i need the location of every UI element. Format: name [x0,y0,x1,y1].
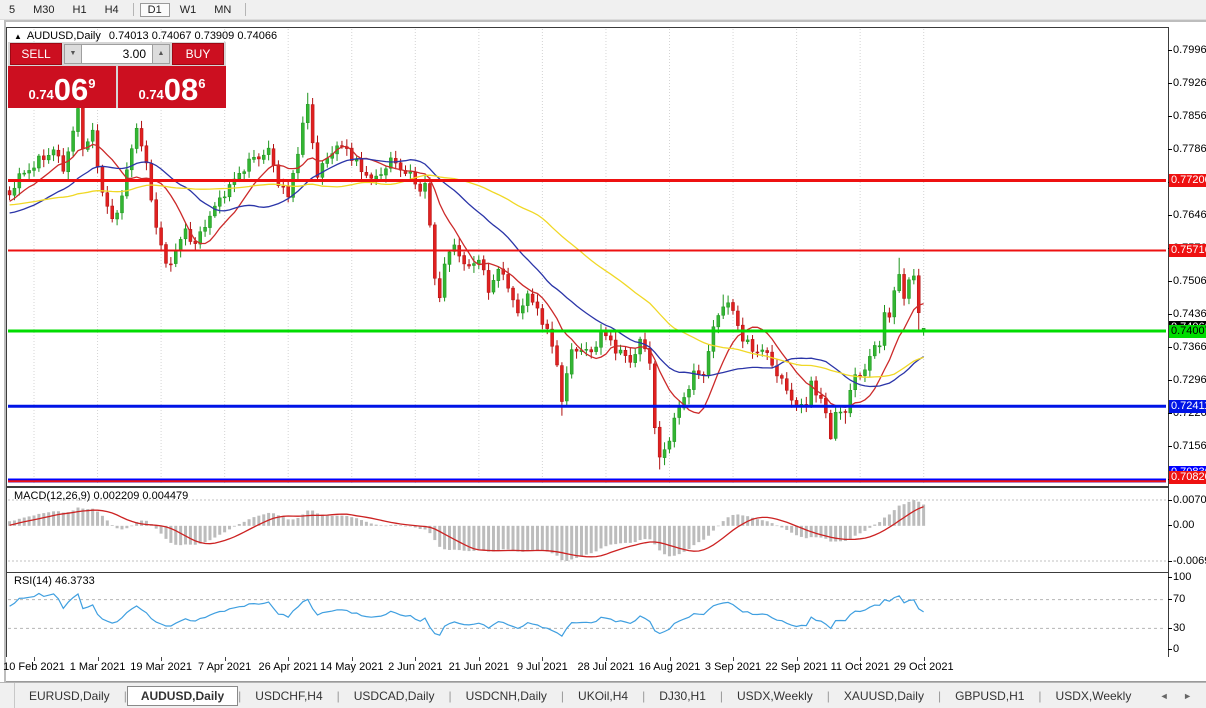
date-label: 7 Apr 2021 [198,661,251,673]
timeframe-button-h1[interactable]: H1 [65,3,95,17]
date-label: 9 Jul 2021 [517,661,568,673]
sell-price-pip: 9 [88,66,95,102]
price-grid-label: 0.79260 [1173,77,1206,90]
collapse-panel-icon[interactable]: ▲ [14,32,22,41]
price-grid-label: 0.79960 [1173,44,1206,57]
one-click-trade-widget: SELL ▼ 3.00 ▲ BUY 0.74069 0.74086 [8,42,226,108]
volume-stepper: ▼ 3.00 ▲ [64,44,170,64]
timeframe-button-m30[interactable]: M30 [25,3,62,17]
buy-price-big: 08 [164,75,198,105]
tab-usdx-weekly[interactable]: USDX,Weekly [723,686,827,706]
date-label: 14 May 2021 [320,661,384,673]
tab-dj30-h1[interactable]: DJ30,H1 [645,686,720,706]
tab-eurusd-daily[interactable]: EURUSD,Daily [15,686,124,706]
price-grid-label: 0.78560 [1173,110,1206,123]
date-label: 11 Oct 2021 [831,661,890,673]
trade-widget-price-row: 0.74069 0.74086 [8,66,226,108]
macd-axis-max: 0.007015 [1173,494,1206,507]
chart-title: ▲ AUDUSD,Daily 0.74013 0.74067 0.73909 0.7… [14,30,277,42]
volume-input[interactable]: 3.00 [82,44,152,64]
buy-button[interactable]: BUY [172,43,224,65]
date-label: 19 Mar 2021 [130,661,192,673]
date-label: 10 Feb 2021 [3,661,65,673]
date-label: 21 Jun 2021 [449,661,510,673]
rsi-axis-0: 0 [1173,643,1179,656]
volume-increase-icon[interactable]: ▲ [152,44,170,64]
toolbar-separator [133,3,134,16]
rsi-axis-70: 70 [1173,593,1185,606]
sell-button[interactable]: SELL [10,43,62,65]
price-grid-label: 0.73660 [1173,341,1206,354]
hline-price-label: 0.77200 [1169,174,1206,187]
tab-xauusd-daily[interactable]: XAUUSD,Daily [830,686,938,706]
timeframe-button-h4[interactable]: H4 [97,3,127,17]
chart-symbol: AUDUSD,Daily [27,30,101,42]
timeframe-toolbar: 5M30H1H4 D1W1MN [0,0,1206,20]
date-label: 22 Sep 2021 [765,661,827,673]
tabs: EURUSD,Daily|AUDUSD,Daily|USDCHF,H4|USDC… [15,686,1145,706]
volume-decrease-icon[interactable]: ▼ [64,44,82,64]
price-grid-label: 0.71560 [1173,440,1206,453]
date-label: 29 Oct 2021 [894,661,954,673]
sell-price-big: 06 [54,75,88,105]
tab-usdcad-daily[interactable]: USDCAD,Daily [340,686,449,706]
chart-ohlc-values: 0.74013 0.74067 0.73909 0.74066 [109,30,277,42]
timeframe-button-5[interactable]: 5 [1,3,23,17]
tab-audusd-daily[interactable]: AUDUSD,Daily [127,686,238,706]
trade-widget-top-row: SELL ▼ 3.00 ▲ BUY [8,42,226,66]
tab-ukoil-h4[interactable]: UKOil,H4 [564,686,642,706]
price-grid-label: 0.75060 [1173,275,1206,288]
hline-price-label: 0.70820 [1169,471,1206,484]
sell-price-prefix: 0.74 [28,85,53,105]
hline-price-label: 0.75716 [1169,244,1206,257]
macd-axis-min: -0.00692 [1173,555,1206,568]
date-label: 28 Jul 2021 [577,661,634,673]
macd-label: MACD(12,26,9) 0.002209 0.004479 [14,490,188,502]
trading-platform-screen: 5M30H1H4 D1W1MN ▲ AUDUSD,Daily 0.74013 0.74… [0,0,1206,708]
date-label: 26 Apr 2021 [259,661,318,673]
tab-usdcnh-daily[interactable]: USDCNH,Daily [452,686,561,706]
rsi-axis-30: 30 [1173,622,1185,635]
buy-price-display[interactable]: 0.74086 [118,66,226,108]
price-grid-label: 0.77860 [1173,143,1206,156]
tab-scroll-arrows[interactable]: ◄ ► [1160,691,1206,701]
date-label: 3 Sep 2021 [705,661,761,673]
buy-price-prefix: 0.74 [138,85,163,105]
tab-gbpusd-h1[interactable]: GBPUSD,H1 [941,686,1038,706]
hline-price-label: 0.72411 [1169,400,1206,413]
date-axis[interactable]: 10 Feb 2021 1 Mar 2021 19 Mar 2021 7 Apr 20… [6,657,1206,682]
buy-price-pip: 6 [198,66,205,102]
date-label: 16 Aug 2021 [639,661,701,673]
sell-price-display[interactable]: 0.74069 [8,66,116,108]
tab-usdx-weekly[interactable]: USDX,Weekly [1042,686,1146,706]
tab-bar-stub [0,683,15,708]
rsi-label: RSI(14) 46.3733 [14,575,95,587]
macd-axis-zero: 0.00 [1173,519,1194,532]
timeframe-button-d1[interactable]: D1 [140,3,170,17]
timeframe-button-mn[interactable]: MN [206,3,239,17]
hline-price-label: 0.74007 [1169,325,1206,338]
price-grid-label: 0.76460 [1173,209,1206,222]
date-label: 1 Mar 2021 [70,661,126,673]
price-grid-label: 0.74360 [1173,308,1206,321]
price-grid-label: 0.72960 [1173,374,1206,387]
toolbar-separator [245,3,246,16]
rsi-axis-100: 100 [1173,571,1191,584]
date-label: 2 Jun 2021 [388,661,442,673]
chart-tab-bar: EURUSD,Daily|AUDUSD,Daily|USDCHF,H4|USDC… [0,682,1206,708]
tab-usdchf-h4[interactable]: USDCHF,H4 [241,686,336,706]
rsi-canvas [7,573,1167,655]
timeframe-button-w1[interactable]: W1 [172,3,205,17]
